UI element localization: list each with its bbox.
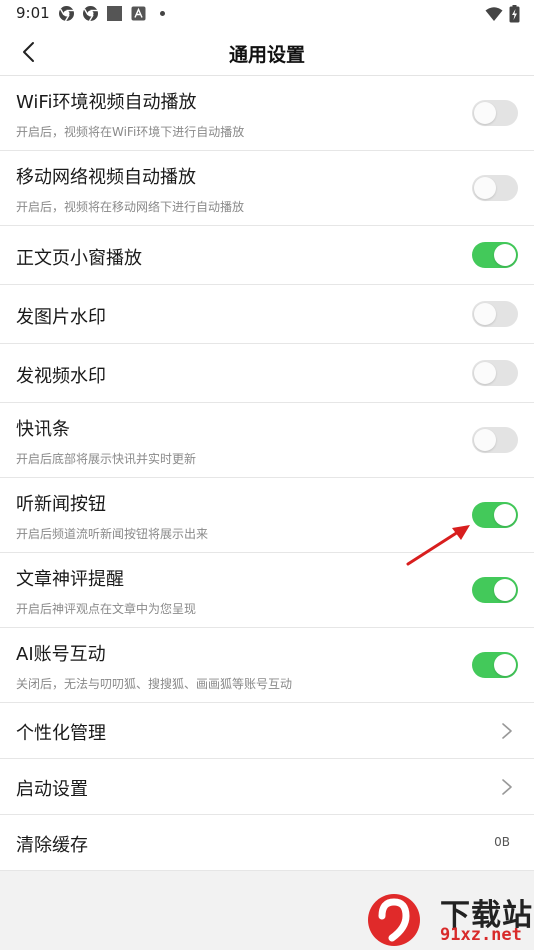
setting-title: 清除缓存 <box>16 835 88 856</box>
watermark-domain: 91xz.net <box>440 925 522 945</box>
toggle-knob <box>494 579 516 601</box>
setting-row-clear-cache[interactable]: 清除缓存 0B <box>0 815 534 871</box>
toggle-knob <box>494 504 516 526</box>
app-header: 通用设置 <box>0 28 534 76</box>
toggle-knob <box>494 244 516 266</box>
toggle-knob <box>494 654 516 676</box>
dot-icon <box>160 11 165 16</box>
setting-row-personalization[interactable]: 个性化管理 <box>0 703 534 759</box>
setting-title: 听新闻按钮 <box>16 494 106 515</box>
toggle-switch[interactable] <box>472 577 518 603</box>
toggle-switch[interactable] <box>472 301 518 327</box>
setting-title: 发图片水印 <box>16 307 106 328</box>
setting-row-image-watermark[interactable]: 发图片水印 <box>0 285 534 344</box>
chevron-right-icon <box>502 779 512 795</box>
toggle-knob <box>474 429 496 451</box>
setting-row-mini-window[interactable]: 正文页小窗播放 <box>0 226 534 285</box>
setting-subtitle: 开启后，视频将在WiFi环境下进行自动播放 <box>16 125 245 139</box>
chevron-right-icon <box>502 723 512 739</box>
setting-title: WiFi环境视频自动播放 <box>16 92 197 113</box>
toggle-switch[interactable] <box>472 242 518 268</box>
chrome-icon <box>82 5 99 22</box>
setting-row-startup[interactable]: 启动设置 <box>0 759 534 815</box>
wifi-icon <box>485 6 503 26</box>
setting-subtitle: 开启后底部将展示快讯并实时更新 <box>16 452 197 466</box>
setting-row-video-watermark[interactable]: 发视频水印 <box>0 344 534 403</box>
status-time: 9:01 <box>16 4 50 22</box>
toggle-switch[interactable] <box>472 652 518 678</box>
annotation-arrow-icon <box>406 525 470 566</box>
toggle-switch[interactable] <box>472 502 518 528</box>
toggle-knob <box>474 303 496 325</box>
a-box-icon <box>130 5 147 22</box>
setting-title: AI账号互动 <box>16 644 106 665</box>
settings-list: WiFi环境视频自动播放 开启后，视频将在WiFi环境下进行自动播放 移动网络视… <box>0 76 534 871</box>
cache-size-value: 0B <box>494 835 510 849</box>
setting-title: 移动网络视频自动播放 <box>16 167 196 188</box>
setting-row-news-flash[interactable]: 快讯条 开启后底部将展示快讯并实时更新 <box>0 403 534 478</box>
setting-title: 发视频水印 <box>16 366 106 387</box>
square-icon <box>106 5 123 22</box>
chrome-icon <box>58 5 75 22</box>
setting-title: 启动设置 <box>16 779 88 800</box>
toggle-knob <box>474 102 496 124</box>
status-left-icons <box>58 5 165 22</box>
status-right-icons <box>485 5 520 27</box>
page-title: 通用设置 <box>228 44 305 66</box>
toggle-switch[interactable] <box>472 427 518 453</box>
setting-title: 文章神评提醒 <box>16 569 124 590</box>
setting-subtitle: 关闭后，无法与叨叨狐、搜搜狐、画画狐等账号互动 <box>16 677 293 691</box>
toggle-knob <box>474 177 496 199</box>
setting-subtitle: 开启后神评观点在文章中为您呈现 <box>16 602 197 616</box>
setting-row-mobile-autoplay[interactable]: 移动网络视频自动播放 开启后，视频将在移动网络下进行自动播放 <box>0 151 534 226</box>
setting-subtitle: 开启后频道流听新闻按钮将展示出来 <box>16 527 209 541</box>
toggle-switch[interactable] <box>472 100 518 126</box>
setting-title: 正文页小窗播放 <box>16 248 142 269</box>
toggle-knob <box>474 362 496 384</box>
setting-title: 个性化管理 <box>16 723 106 744</box>
status-bar: 9:01 <box>0 0 534 28</box>
setting-row-ai-account[interactable]: AI账号互动 关闭后，无法与叨叨狐、搜搜狐、画画狐等账号互动 <box>0 628 534 703</box>
toggle-switch[interactable] <box>472 175 518 201</box>
toggle-switch[interactable] <box>472 360 518 386</box>
battery-charging-icon <box>509 5 520 27</box>
setting-row-wifi-autoplay[interactable]: WiFi环境视频自动播放 开启后，视频将在WiFi环境下进行自动播放 <box>0 76 534 151</box>
setting-title: 快讯条 <box>16 419 70 440</box>
setting-subtitle: 开启后，视频将在移动网络下进行自动播放 <box>16 200 245 214</box>
